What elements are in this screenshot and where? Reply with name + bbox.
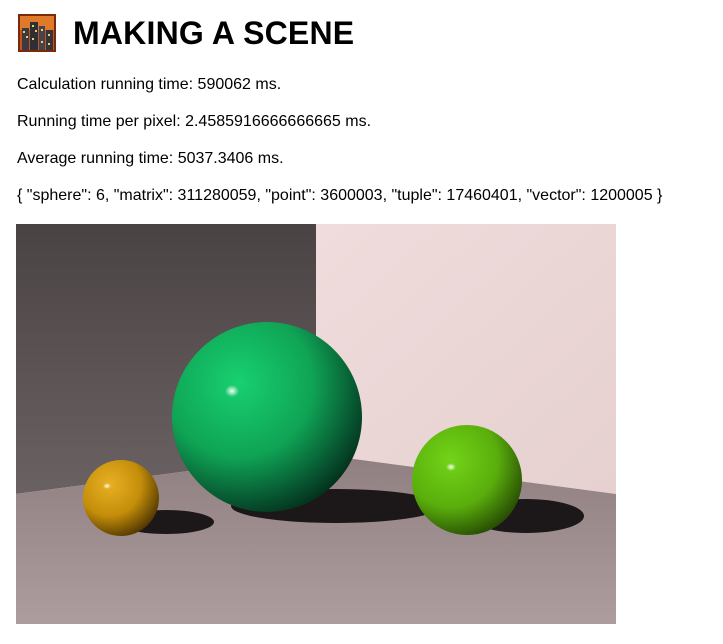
rendered-scene-image bbox=[16, 224, 616, 624]
time-per-pixel-text: Running time per pixel: 2.45859166666666… bbox=[17, 113, 372, 130]
pixel-city-icon bbox=[18, 14, 56, 52]
page-title: MAKING A SCENE bbox=[73, 15, 355, 51]
object-counts-text: { "sphere": 6, "matrix": 311280059, "poi… bbox=[17, 187, 663, 204]
medium-lime-sphere bbox=[412, 425, 522, 535]
green-highlight bbox=[225, 385, 239, 397]
lime-highlight bbox=[446, 463, 456, 471]
yellow-highlight bbox=[103, 483, 111, 489]
average-time-text: Average running time: 5037.3406 ms. bbox=[17, 150, 284, 167]
large-green-sphere bbox=[172, 322, 362, 512]
small-yellow-sphere bbox=[83, 460, 159, 536]
page-header: MAKING A SCENE bbox=[18, 14, 354, 52]
calculation-time-text: Calculation running time: 590062 ms. bbox=[17, 76, 282, 93]
